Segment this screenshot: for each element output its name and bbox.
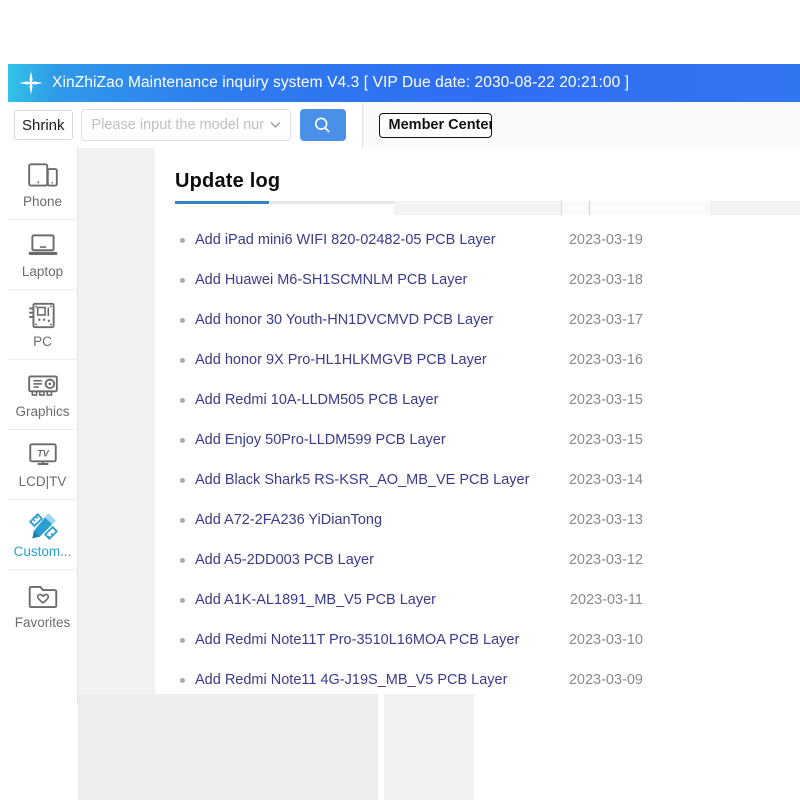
sidebar-item-graphics[interactable]: Graphics (8, 360, 77, 430)
list-item-text: Add A1K-AL1891_MB_V5 PCB Layer (195, 592, 437, 608)
list-item-date: 2023-03-17 (568, 312, 643, 328)
tab-member-center[interactable]: Member Center (378, 112, 492, 138)
background-panel-left (78, 694, 378, 800)
motherboard-icon (28, 303, 55, 329)
sidebar-item-pc[interactable]: PC (8, 290, 77, 360)
list-item[interactable]: Add Huawei M6-SH1SCMNLM PCB Layer 2023-0… (175, 260, 645, 300)
sub-panel-seams (394, 201, 800, 215)
list-item[interactable]: Add honor 9X Pro-HL1HLKMGVB PCB Layer 20… (175, 340, 645, 380)
list-item-date: 2023-03-13 (568, 512, 643, 528)
compass-star-icon (19, 71, 43, 95)
svg-text:TV: TV (37, 449, 50, 459)
title-bar: XinZhiZao Maintenance inquiry system V4.… (8, 64, 800, 102)
bullet-icon (175, 677, 189, 683)
sidebar-item-lcd-tv-label: LCD|TV (18, 475, 67, 489)
list-item-date: 2023-03-15 (568, 432, 643, 448)
bullet-icon (175, 397, 189, 403)
seam-segment (562, 201, 590, 215)
bullet-icon (175, 237, 189, 243)
list-item-date: 2023-03-18 (568, 272, 643, 288)
list-item-text: Add Huawei M6-SH1SCMNLM PCB Layer (195, 272, 468, 288)
list-item-text: Add Redmi Note11 4G-J19S_MB_V5 PCB Layer (195, 672, 508, 688)
pen-ruler-icon (28, 513, 58, 541)
list-item-text: Add Redmi Note11T Pro-3510L16MOA PCB Lay… (195, 632, 520, 648)
list-item-date: 2023-03-10 (568, 632, 643, 648)
list-item-text: Add Enjoy 50Pro-LLDM599 PCB Layer (195, 432, 446, 448)
bullet-icon (175, 277, 189, 283)
list-item[interactable]: Add A5-2DD003 PCB Layer 2023-03-12 (175, 540, 645, 580)
list-item-date: 2023-03-19 (568, 232, 643, 248)
list-item[interactable]: Add iPad mini6 WIFI 820-02482-05 PCB Lay… (175, 220, 645, 260)
search-button[interactable] (299, 109, 346, 141)
list-item-text: Add honor 30 Youth-HN1DVCMVD PCB Layer (195, 312, 494, 328)
bullet-icon (175, 517, 189, 523)
background-panel-right (384, 694, 474, 800)
search-input[interactable] (81, 110, 290, 140)
tab-strip: Member Center (361, 102, 800, 148)
laptop-icon (28, 234, 57, 256)
bullet-icon (175, 557, 189, 563)
list-item-date: 2023-03-12 (568, 552, 643, 568)
folder-heart-icon (28, 585, 57, 608)
sidebar: Phone Laptop PC Graphics TV LCD|TV Custo… (8, 148, 78, 704)
update-log-list: Add iPad mini6 WIFI 820-02482-05 PCB Lay… (175, 220, 645, 700)
list-item-text: Add Redmi 10A-LLDM505 PCB Layer (195, 392, 439, 408)
list-item[interactable]: Add A72-2FA236 YiDianTong 2023-03-13 (175, 500, 645, 540)
sidebar-item-favorites-label: Favorites (14, 615, 71, 630)
list-item-text: Add Black Shark5 RS-KSR_AO_MB_VE PCB Lay… (195, 472, 530, 488)
sidebar-item-laptop[interactable]: Laptop (8, 220, 77, 290)
list-item-date: 2023-03-16 (568, 352, 643, 368)
bullet-icon (175, 357, 189, 363)
shrink-button[interactable]: Shrink (14, 110, 73, 140)
sidebar-item-phone-label: Phone (22, 195, 63, 209)
sidebar-item-favorites[interactable]: Favorites (8, 570, 77, 640)
application-window: XinZhiZao Maintenance inquiry system V4.… (8, 64, 800, 704)
bullet-icon (175, 317, 189, 323)
toolbar: Shrink Member Center (8, 102, 800, 148)
page-title: Update log (175, 170, 281, 192)
main-body: Phone Laptop PC Graphics TV LCD|TV Custo… (8, 148, 800, 704)
list-item-date: 2023-03-11 (569, 592, 643, 608)
list-item-text: Add honor 9X Pro-HL1HLKMGVB PCB Layer (195, 352, 487, 368)
secondary-panel-rail (78, 148, 155, 696)
seam-segment (710, 201, 800, 215)
sidebar-item-lcd-tv[interactable]: TV LCD|TV (8, 430, 77, 500)
list-item-date: 2023-03-15 (568, 392, 643, 408)
bullet-icon (175, 597, 189, 603)
sidebar-item-laptop-label: Laptop (21, 265, 64, 279)
seam-segment (394, 201, 562, 215)
update-log-panel: Update log Add iPad mini6 WIFI 820-02482… (155, 148, 800, 696)
tab-member-center-label: Member Center (388, 116, 492, 133)
list-item[interactable]: Add Redmi 10A-LLDM505 PCB Layer 2023-03-… (175, 380, 645, 420)
bullet-icon (175, 477, 189, 483)
search-icon (314, 116, 330, 132)
model-search-combobox[interactable] (80, 109, 291, 141)
list-item-text: Add iPad mini6 WIFI 820-02482-05 PCB Lay… (195, 232, 496, 248)
sidebar-item-custom-label: Custom... (13, 545, 72, 559)
sidebar-item-pc-label: PC (33, 335, 52, 349)
sidebar-item-phone[interactable]: Phone (8, 150, 77, 220)
list-item-date: 2023-03-14 (568, 472, 643, 488)
list-item-date: 2023-03-09 (568, 672, 643, 688)
sidebar-item-graphics-label: Graphics (15, 405, 70, 419)
list-item[interactable]: Add A1K-AL1891_MB_V5 PCB Layer 2023-03-1… (175, 580, 645, 620)
list-item[interactable]: Add Black Shark5 RS-KSR_AO_MB_VE PCB Lay… (175, 460, 645, 500)
seam-segment (590, 201, 710, 215)
list-item-text: Add A72-2FA236 YiDianTong (195, 512, 383, 528)
shrink-button-label: Shrink (22, 116, 65, 134)
sidebar-item-custom[interactable]: Custom... (8, 500, 77, 570)
list-item[interactable]: Add Enjoy 50Pro-LLDM599 PCB Layer 2023-0… (175, 420, 645, 460)
list-item[interactable]: Add honor 30 Youth-HN1DVCMVD PCB Layer 2… (175, 300, 645, 340)
bullet-icon (175, 637, 189, 643)
bullet-icon (175, 437, 189, 443)
graphics-card-icon (27, 375, 58, 397)
screen: XinZhiZao Maintenance inquiry system V4.… (0, 0, 800, 800)
list-item-text: Add A5-2DD003 PCB Layer (195, 552, 374, 568)
window-title: XinZhiZao Maintenance inquiry system V4.… (52, 74, 630, 91)
tv-icon: TV (28, 443, 57, 466)
phone-tablet-icon (27, 163, 58, 187)
list-item[interactable]: Add Redmi Note11T Pro-3510L16MOA PCB Lay… (175, 620, 645, 660)
